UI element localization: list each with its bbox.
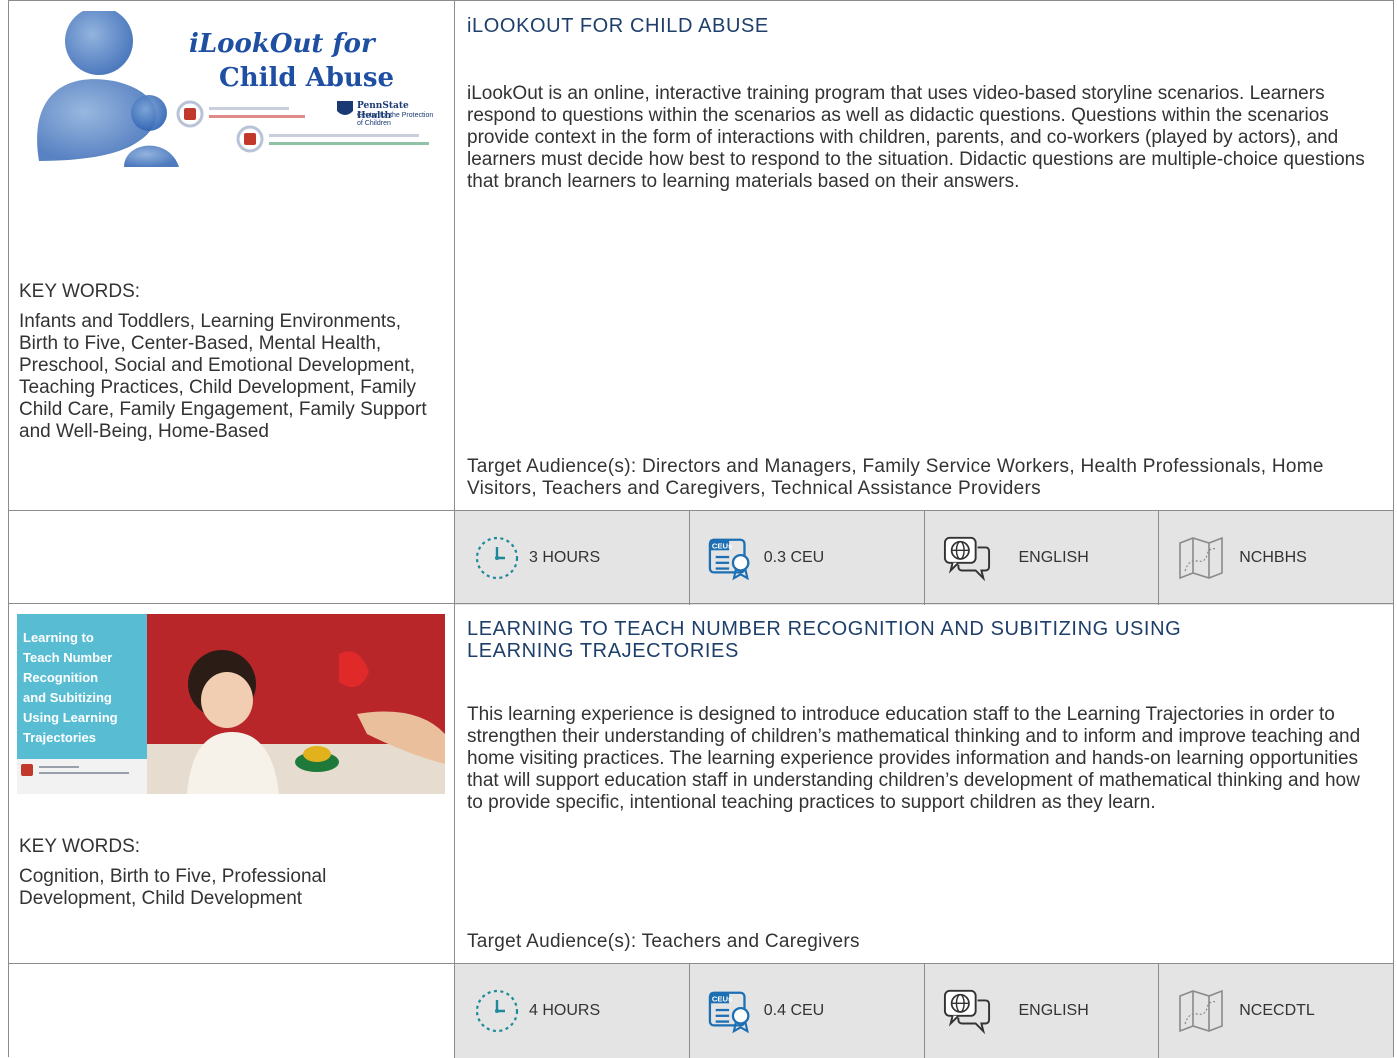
course-body: iLookOut for Child Abuse PennState Healt… [9, 1, 1393, 511]
course-title[interactable]: iLOOKOUT FOR CHILD ABUSE [467, 15, 1379, 37]
keywords-label: KEY WORDS: [19, 281, 141, 302]
course-right-column: LEARNING TO TEACH NUMBER RECOGNITION AND… [455, 604, 1393, 963]
course-card-2: Learning to Teach Number Recognition and… [8, 603, 1394, 1058]
language-label: ENGLISH [1018, 1002, 1089, 1019]
ceu-cell: CEUs 0.4 CEU [689, 964, 925, 1058]
overlay-line: Recognition [23, 670, 99, 685]
provider-label: NCECDTL [1239, 1002, 1315, 1019]
overlay-line: Trajectories [23, 730, 96, 745]
meta-spacer [9, 964, 455, 1058]
course-description: This learning experience is designed to … [467, 704, 1361, 813]
svg-text:CEUs: CEUs [712, 994, 732, 1003]
meta-spacer [9, 511, 455, 605]
language-cell: ENGLISH [924, 964, 1160, 1058]
course-left-column: Learning to Teach Number Recognition and… [9, 604, 455, 963]
keywords-list: Cognition, Birth to Five, Professional D… [19, 866, 327, 909]
course-card-1: iLookOut for Child Abuse PennState Healt… [8, 0, 1394, 605]
course-thumbnail[interactable]: Learning to Teach Number Recognition and… [17, 614, 445, 794]
keywords-section: KEY WORDS: Cognition, Birth to Five, Pro… [19, 826, 444, 910]
course-description: iLookOut is an online, interactive train… [467, 83, 1365, 192]
course-left-column: iLookOut for Child Abuse PennState Healt… [9, 1, 455, 510]
target-audience: Target Audience(s): Teachers and Caregiv… [467, 931, 860, 952]
course-meta-row: 3 HOURS CEUs 0.3 CEU ENGLISH NCHBHS [9, 511, 1393, 605]
duration-cell: 3 HOURS [455, 511, 690, 605]
overlay-line: Learning to [23, 630, 94, 645]
course-meta-row: 4 HOURS CEUs 0.4 CEU ENGLISH NCECDTL [9, 964, 1393, 1058]
keywords-section: KEY WORDS: Infants and Toddlers, Learnin… [19, 271, 444, 443]
language-globe-icon [943, 987, 991, 1035]
ceu-label: 0.3 CEU [763, 549, 825, 566]
course-right-column: iLOOKOUT FOR CHILD ABUSE iLookOut is an … [455, 1, 1393, 510]
course-title[interactable]: LEARNING TO TEACH NUMBER RECOGNITION AND… [467, 618, 1267, 662]
overlay-line: Using Learning [23, 710, 118, 725]
map-icon [1177, 534, 1225, 582]
keywords-list: Infants and Toddlers, Learning Environme… [19, 311, 427, 442]
ceu-label: 0.4 CEU [763, 1002, 825, 1019]
thumbnail-title-line2: Child Abuse [219, 63, 395, 93]
thumbnail-title-line1: iLookOut for [189, 29, 375, 59]
ceu-certificate-icon: CEUs [708, 534, 756, 582]
duration-label: 4 HOURS [529, 1002, 601, 1019]
provider-label: NCHBHS [1239, 549, 1307, 566]
clock-icon [473, 987, 521, 1035]
target-audience: Target Audience(s): Directors and Manage… [467, 456, 1324, 499]
language-globe-icon [943, 534, 991, 582]
course-thumbnail[interactable]: iLookOut for Child Abuse PennState Healt… [19, 11, 439, 167]
duration-cell: 4 HOURS [455, 964, 690, 1058]
language-cell: ENGLISH [924, 511, 1160, 605]
ceu-cell: CEUs 0.3 CEU [689, 511, 925, 605]
overlay-line: and Subitizing [23, 690, 112, 705]
ceu-certificate-icon: CEUs [708, 987, 756, 1035]
course-body: Learning to Teach Number Recognition and… [9, 604, 1393, 964]
overlay-line: Teach Number [23, 650, 113, 665]
duration-label: 3 HOURS [529, 549, 601, 566]
thumbnail-logo-subtext: Center for the Protection of Children [357, 112, 434, 127]
map-icon [1177, 987, 1225, 1035]
clock-icon [473, 534, 521, 582]
keywords-label: KEY WORDS: [19, 836, 141, 857]
provider-cell: NCHBHS [1159, 511, 1393, 605]
language-label: ENGLISH [1018, 549, 1089, 566]
thumbnail-overlay-text: Learning to Teach Number Recognition and… [23, 628, 147, 748]
svg-text:CEUs: CEUs [712, 541, 732, 550]
provider-cell: NCECDTL [1159, 964, 1393, 1058]
